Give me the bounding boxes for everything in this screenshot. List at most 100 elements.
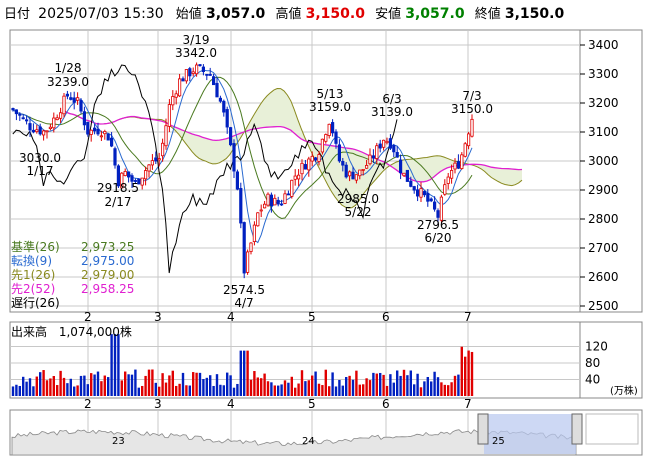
volume-bar: [107, 377, 110, 396]
volume-bar: [297, 383, 300, 396]
month-label: 6: [382, 397, 390, 411]
price-annotation-value: 3342.0: [175, 46, 217, 60]
volume-bar: [215, 374, 219, 396]
volume-bar: [22, 376, 25, 396]
candle-body: [361, 168, 365, 171]
volume-bar: [440, 382, 443, 396]
candle-body: [208, 74, 212, 76]
candle-body: [52, 117, 56, 129]
volume-bar: [226, 372, 229, 396]
candle-body: [279, 203, 284, 206]
low-value: 3,057.0: [405, 6, 465, 22]
candle-body: [358, 169, 362, 177]
candle-body: [317, 154, 321, 162]
volume-bar: [368, 380, 372, 396]
candle-body: [69, 97, 73, 100]
ohlc-header: 日付 2025/07/03 15:30 始値 3,057.0 高値 3,150.…: [0, 0, 653, 28]
candle-body: [157, 158, 161, 161]
candle-body: [446, 176, 450, 184]
volume-bar: [28, 378, 32, 396]
candle-body: [371, 155, 376, 159]
month-label: 6: [382, 310, 390, 324]
volume-label: 出来高 1,074,000株: [11, 323, 132, 340]
candle-body: [388, 138, 393, 149]
volume-bar: [39, 372, 42, 396]
price-annotation-date: 5/22: [345, 205, 372, 219]
candle-body: [432, 201, 437, 210]
candle-body: [354, 174, 359, 181]
candle-body: [307, 158, 311, 171]
volume-value: 1,074,000株: [58, 325, 132, 339]
open-label: 始値: [175, 7, 202, 22]
volume-bar: [79, 375, 83, 396]
month-label: 2: [84, 397, 92, 411]
candle-body: [249, 242, 253, 252]
candle-body: [62, 95, 66, 115]
candle-body: [55, 117, 59, 121]
candle-body: [188, 68, 192, 77]
candle-body: [402, 172, 406, 177]
volume-bar: [212, 385, 215, 396]
indicator-value: 2,958.25: [81, 282, 135, 296]
candle-body: [426, 192, 430, 202]
volume-bar: [450, 382, 453, 396]
candle-body: [181, 78, 185, 82]
volume-bar: [141, 385, 144, 396]
price-tick-label: 2900: [588, 183, 619, 197]
volume-bar: [181, 372, 185, 396]
candle-body: [79, 100, 83, 112]
month-label: 4: [227, 310, 235, 324]
candle-body: [436, 210, 440, 218]
candle-body: [313, 157, 318, 161]
volume-bar: [389, 374, 392, 396]
candle-body: [290, 179, 294, 197]
volume-bar: [416, 373, 419, 396]
volume-bar: [137, 387, 140, 396]
volume-unit: (万株): [610, 384, 638, 397]
volume-bar: [399, 375, 402, 396]
volume-bar: [470, 351, 474, 396]
volume-bar: [348, 375, 351, 396]
indicator-label: 先1(26): [11, 268, 56, 282]
month-label: 3: [154, 397, 162, 411]
indicator-item: 先1(26) 2,979.00: [11, 268, 134, 282]
candle-body: [283, 193, 287, 204]
volume-bar: [263, 373, 266, 396]
candle-body: [76, 97, 80, 101]
volume-bar: [144, 375, 147, 396]
candle-body: [415, 189, 420, 197]
volume-tick-label: 120: [585, 340, 608, 354]
candle-body: [245, 251, 250, 273]
candle-body: [422, 191, 427, 196]
month-label: 2: [84, 310, 92, 324]
volume-bar: [113, 334, 117, 396]
candle-body: [31, 129, 36, 133]
volume-bar: [178, 383, 181, 396]
month-label: 3: [154, 310, 162, 324]
volume-bar: [433, 371, 436, 396]
volume-bar: [161, 373, 164, 396]
low-label: 安値: [375, 7, 402, 22]
volume-bar: [35, 376, 38, 396]
indicator-label: 転換(9): [11, 254, 52, 268]
month-label: 4: [227, 397, 235, 411]
close-value: 3,150.0: [504, 6, 565, 22]
volume-bar: [100, 381, 103, 396]
candle-body: [177, 78, 182, 97]
volume-bar: [120, 380, 123, 396]
volume-bar: [280, 384, 283, 396]
volume-bar: [467, 350, 470, 396]
date-label: 日付: [4, 7, 31, 22]
candle-body: [89, 129, 93, 135]
datetime-value: 2025/07/03 15:30: [38, 6, 164, 22]
candle-body: [324, 134, 328, 142]
volume-bar: [83, 375, 86, 396]
volume-bar: [362, 384, 365, 396]
candle-body: [167, 104, 171, 127]
volume-bar: [69, 378, 72, 396]
candle-body: [106, 133, 110, 141]
volume-bar: [45, 380, 49, 396]
volume-bar: [232, 387, 236, 396]
price-annotation-value: 3030.0: [19, 151, 61, 165]
price-tick-label: 2600: [588, 270, 619, 284]
